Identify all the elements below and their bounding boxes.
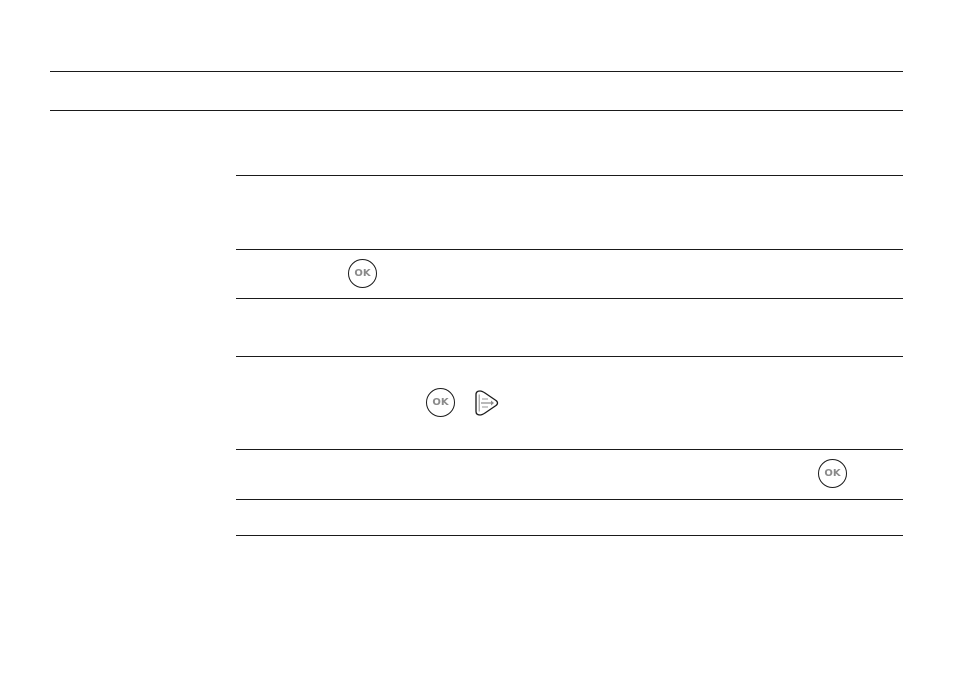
ok-button-icon: OK bbox=[426, 388, 455, 417]
table-bottom-rule bbox=[236, 535, 903, 536]
page-header-title bbox=[50, 78, 903, 104]
ok-button-icon: OK bbox=[818, 459, 847, 488]
table-row bbox=[236, 500, 903, 535]
table-row bbox=[236, 176, 903, 249]
table-row bbox=[236, 299, 903, 356]
table-row bbox=[236, 250, 903, 298]
ok-button-icon: OK bbox=[348, 259, 377, 288]
header-bottom-rule bbox=[50, 110, 903, 111]
navigate-right-icon bbox=[475, 390, 499, 416]
table-row bbox=[236, 357, 903, 449]
header-top-rule bbox=[50, 71, 903, 72]
table-row bbox=[236, 450, 903, 499]
